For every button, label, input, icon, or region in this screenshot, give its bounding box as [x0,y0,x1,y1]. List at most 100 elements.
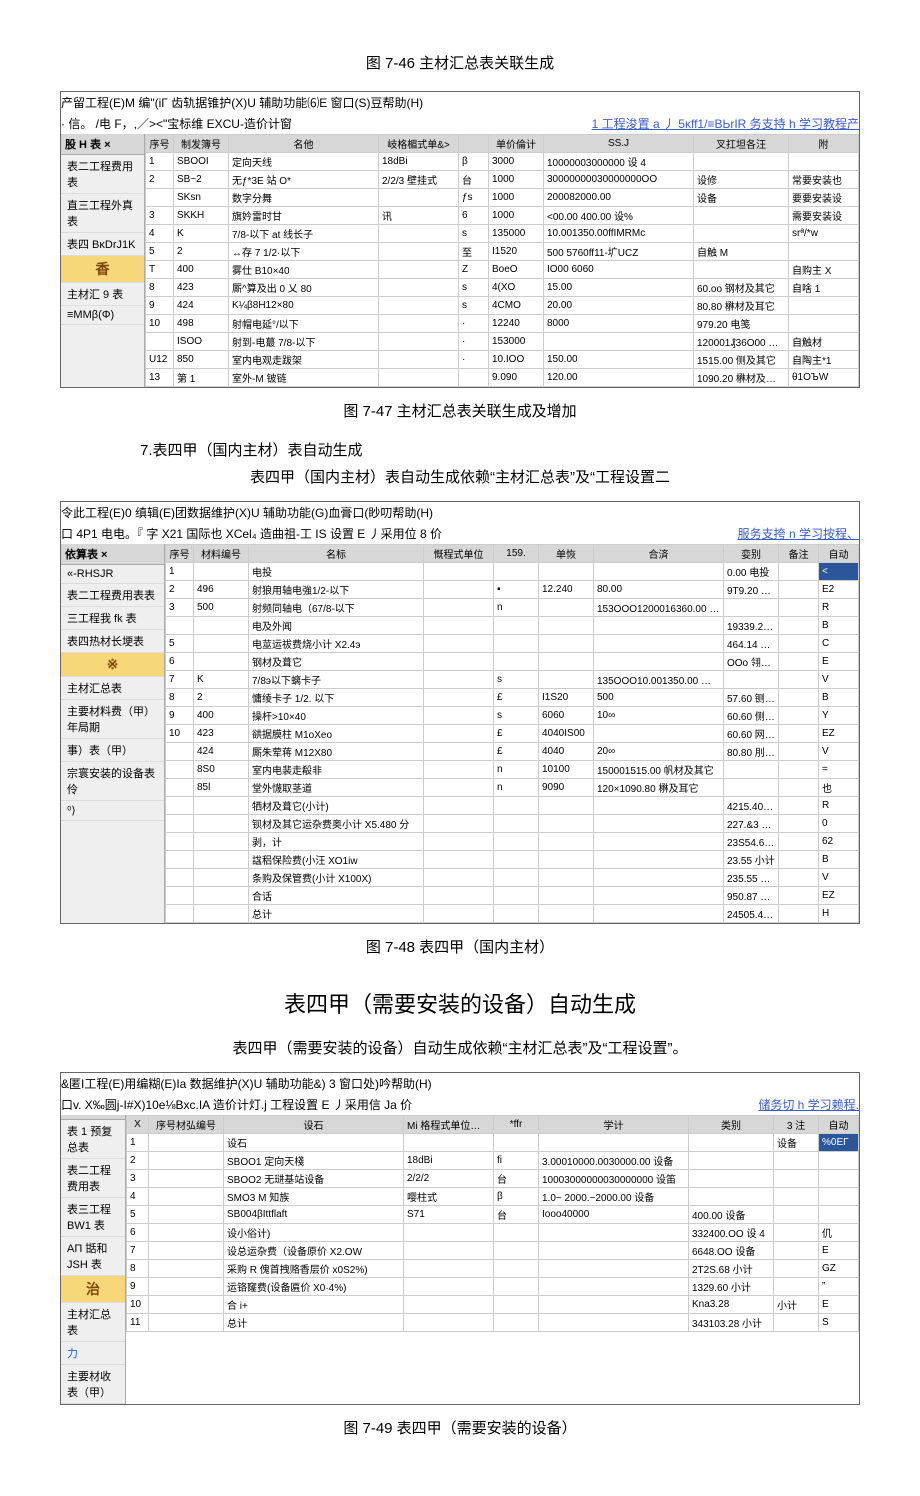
table-row[interactable]: 52↔存 7 1/2·以下至I1520500 5760ff11-圹UCZ自触 M [146,243,859,261]
table-row[interactable]: 9424K¼β8H12×80s4CMO20.0080.80 楙材及耳它 [146,297,859,315]
table-cell[interactable]: s [459,225,489,243]
table-cell[interactable]: 950.87 小计 [724,887,779,905]
table-cell[interactable]: 498 [174,315,229,333]
table-cell[interactable]: 慵绫卡子 1/2. 以下 [249,689,424,707]
table-cell[interactable]: · [459,315,489,333]
table-cell[interactable] [779,671,819,689]
table-row[interactable]: 7K7/8э以下螭卡子s135OOO10.001350.00 朋材及其它V [166,671,859,689]
table-cell[interactable]: EZ [819,725,859,743]
table-cell[interactable] [779,599,819,617]
table-cell[interactable] [149,1296,224,1314]
table-cell[interactable]: 设修 [694,171,789,189]
table-cell[interactable] [689,1188,774,1206]
table-cell[interactable] [779,635,819,653]
table-row[interactable]: 424厮朱荤蒋 M12X80£404020∞80.80 刖及其它V [166,743,859,761]
table-cell[interactable]: E [819,1296,859,1314]
table-cell[interactable]: 10000003000000 设 4 [544,153,694,171]
table-cell[interactable] [724,671,779,689]
table-cell[interactable] [779,653,819,671]
sidebar-item[interactable]: 主要材收表（甲） [61,1365,125,1404]
table-cell[interactable]: 9 [166,707,194,725]
table-cell[interactable]: 0.00 电投 [724,563,779,581]
table-cell[interactable]: s [459,297,489,315]
table-cell[interactable] [166,905,194,923]
table-cell[interactable] [379,189,459,207]
table-cell[interactable] [774,1224,819,1242]
table-cell[interactable] [539,869,594,887]
table-cell[interactable] [424,671,494,689]
table-cell[interactable] [404,1278,494,1296]
table-cell[interactable]: %0EΓ [819,1134,859,1152]
table-cell[interactable]: 1 [127,1134,149,1152]
table-cell[interactable] [774,1170,819,1188]
table-cell[interactable]: srª/*w [789,225,859,243]
table-cell[interactable]: K [194,671,249,689]
table-cell[interactable]: 条购及保管费(小计 X100X) [249,869,424,887]
table-cell[interactable]: 常要安装也 [789,171,859,189]
table-cell[interactable] [594,617,724,635]
table-row[interactable]: 3500射频同轴电（67/8-以下n153OOO1200016360.00 电珠… [166,599,859,617]
table-cell[interactable] [149,1152,224,1170]
table-cell[interactable]: 8 [166,689,194,707]
table-cell[interactable] [689,1134,774,1152]
table-cell[interactable] [594,725,724,743]
sidebar-item[interactable]: 表二工程费用表 [61,155,144,194]
table-cell[interactable] [494,833,539,851]
table-cell[interactable] [494,635,539,653]
table-cell[interactable] [424,581,494,599]
table-cell[interactable]: 60.60 网材及其它 [724,725,779,743]
table-cell[interactable]: 自触 M [694,243,789,261]
table-cell[interactable]: 0 [819,815,859,833]
table-cell[interactable]: 4(XO [489,279,544,297]
table-cell[interactable] [424,617,494,635]
table-cell[interactable]: 雾仕 B10×40 [229,261,379,279]
table-cell[interactable] [779,815,819,833]
table-cell[interactable] [146,189,174,207]
table-cell[interactable] [694,207,789,225]
table-cell[interactable] [779,887,819,905]
table-cell[interactable] [494,1314,539,1332]
table-cell[interactable] [404,1134,494,1152]
table-cell[interactable]: 424 [174,297,229,315]
table-cell[interactable]: 1 [166,563,194,581]
table-cell[interactable]: 1000 [489,189,544,207]
table-cell[interactable] [379,297,459,315]
table-cell[interactable] [789,153,859,171]
table-cell[interactable]: < [819,563,859,581]
table-cell[interactable]: BoeO [489,261,544,279]
table-cell[interactable]: 2 [166,581,194,599]
table-cell[interactable] [166,869,194,887]
table-cell[interactable]: 6060 [539,707,594,725]
table-cell[interactable]: β [459,153,489,171]
table-cell[interactable] [539,1278,689,1296]
table-cell[interactable] [194,833,249,851]
sidebar-item[interactable]: 主材汇 9 表 [61,283,144,306]
table-cell[interactable]: Y [819,707,859,725]
table-cell[interactable]: B [819,851,859,869]
table-cell[interactable]: 400.00 设备 [689,1206,774,1224]
table-cell[interactable] [594,905,724,923]
table-cell[interactable] [774,1152,819,1170]
table-cell[interactable]: 496 [194,581,249,599]
table-cell[interactable]: 500 [194,599,249,617]
sidebar-item[interactable]: 宗寰安装的设备表伶 [61,762,164,801]
table-cell[interactable] [494,869,539,887]
table-cell[interactable] [724,779,779,797]
table-cell[interactable] [539,833,594,851]
table-cell[interactable]: 厮^算及出 0 乂 80 [229,279,379,297]
table-cell[interactable]: 4CMO [489,297,544,315]
table-cell[interactable]: 总计 [224,1314,404,1332]
table-cell[interactable] [194,617,249,635]
table-cell[interactable] [724,599,779,617]
table-cell[interactable]: 150.00 [544,351,694,369]
table-cell[interactable]: 定向天线 [229,153,379,171]
table-cell[interactable]: 讯 [379,207,459,225]
table-row[interactable]: 13第 1室外-M 铍链9.090120.001090.20 楙材及其它θ1OЪ… [146,369,859,387]
table-cell[interactable]: 343103.28 小计 [689,1314,774,1332]
table-cell[interactable]: 台 [494,1206,539,1224]
table-cell[interactable]: 10.001350.00ffIMRMc [544,225,694,243]
table-cell[interactable]: 射狼用轴电強1/2-以下 [249,581,424,599]
table-cell[interactable] [494,1260,539,1278]
table-cell[interactable]: 7/8э以下螭卡子 [249,671,424,689]
table-cell[interactable] [594,815,724,833]
